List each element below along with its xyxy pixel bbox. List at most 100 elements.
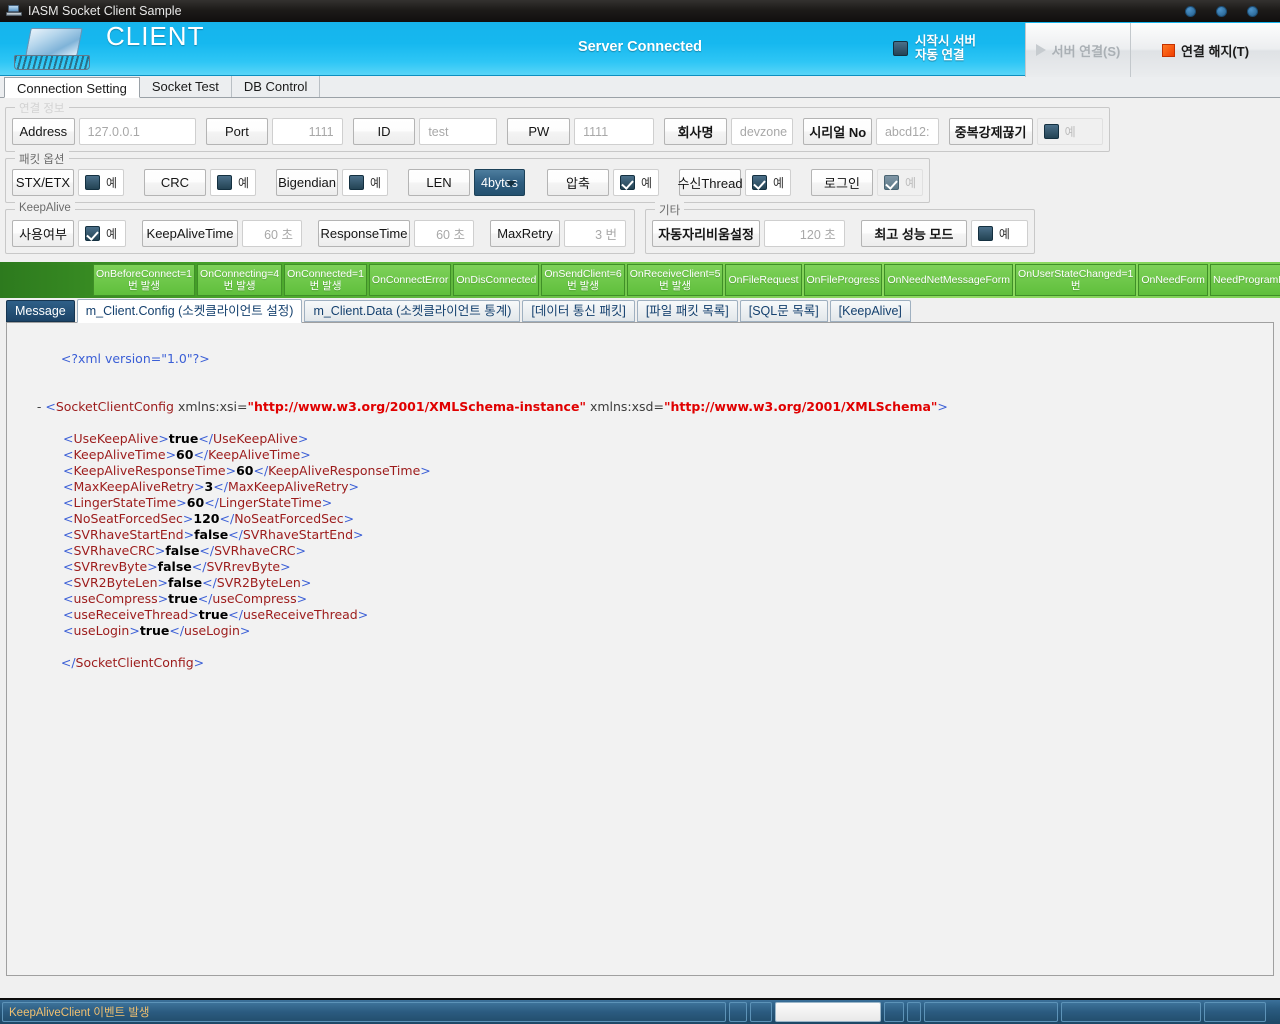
stxetx-label[interactable]: STX/ETX	[12, 169, 74, 196]
port-input[interactable]: 1111	[272, 118, 343, 145]
xml-tag-open: useCompress	[73, 591, 158, 606]
crc-label[interactable]: CRC	[144, 169, 206, 196]
subtab-keepalive[interactable]: [KeepAlive]	[829, 300, 911, 322]
subtab-client-config[interactable]: m_Client.Config (소켓클라이언트 설정)	[76, 299, 303, 323]
xml-tag-value: 60	[176, 447, 194, 462]
receive-thread-label[interactable]: 수신Thread	[677, 169, 743, 196]
len-select[interactable]: 4bytes	[474, 169, 525, 196]
xml-viewer[interactable]: <?xml version="1.0"?> - <SocketClientCon…	[6, 322, 1274, 976]
login-checkbox[interactable]: 예	[877, 169, 923, 196]
crc-box[interactable]	[217, 175, 232, 190]
best-performance-label[interactable]: 최고 성능 모드	[860, 220, 967, 247]
disconnect-button[interactable]: 연결 해지(T)	[1130, 23, 1280, 77]
event-on-need-form[interactable]: OnNeedForm	[1138, 264, 1208, 296]
event-on-file-request[interactable]: OnFileRequest	[725, 264, 802, 296]
login-label[interactable]: 로그인	[811, 169, 873, 196]
keepalive-use-label[interactable]: 사용여부	[12, 220, 74, 247]
company-label[interactable]: 회사명	[664, 118, 727, 145]
event-on-file-progress[interactable]: OnFileProgress	[803, 264, 883, 296]
event-on-connected[interactable]: OnConnected=1번 발생	[284, 264, 367, 296]
xml-root-open-line: - <SocketClientConfig xmlns:xsi="http://…	[36, 399, 948, 414]
best-performance-checkbox[interactable]: 예	[970, 220, 1028, 247]
bigendian-box[interactable]	[349, 175, 364, 190]
receive-thread-checkbox[interactable]: 예	[745, 169, 791, 196]
subtab-file-packets[interactable]: [파일 패킷 목록]	[636, 300, 738, 322]
serial-input[interactable]: abcd12:	[875, 118, 939, 145]
subtab-sql-list[interactable]: [SQL문 목록]	[739, 300, 828, 322]
event-on-disconnected[interactable]: OnDisConnected	[453, 264, 540, 296]
crc-checkbox[interactable]: 예	[210, 169, 256, 196]
pw-label[interactable]: PW	[507, 118, 571, 145]
address-input[interactable]: 127.0.0.1	[78, 118, 196, 145]
auto-empty-seat-label[interactable]: 자동자리비움설정	[652, 220, 761, 247]
serial-label[interactable]: 시리얼 No	[803, 118, 872, 145]
id-label[interactable]: ID	[352, 118, 416, 145]
maximize-icon[interactable]	[1216, 5, 1227, 17]
login-box[interactable]	[884, 175, 899, 190]
address-label[interactable]: Address	[12, 118, 75, 145]
keepalive-use-checkbox[interactable]: 예	[78, 220, 126, 247]
event-on-connecting[interactable]: OnConnecting=4번 발생	[197, 264, 283, 296]
keepalive-time-input[interactable]: 60 초	[242, 220, 302, 247]
xml-tag-close: SVRhaveCRC	[214, 543, 296, 558]
subtab-message[interactable]: Message	[6, 300, 75, 322]
close-icon[interactable]	[1247, 5, 1258, 17]
bigendian-checkbox[interactable]: 예	[342, 169, 388, 196]
compress-label[interactable]: 압축	[547, 169, 609, 196]
keepalive-etc-row: KeepAlive 사용여부 예 KeepAliveTime 60 초 Resp…	[0, 202, 1280, 254]
connection-info-group: 연결 정보 Address 127.0.0.1 Port 1111 ID tes…	[5, 100, 1110, 152]
keepalive-use-check-label: 예	[106, 227, 118, 241]
auto-empty-seat-input[interactable]: 120 초	[764, 220, 845, 247]
keepalive-legend: KeepAlive	[15, 202, 75, 214]
connection-info-row: Address 127.0.0.1 Port 1111 ID test PW 1…	[12, 118, 1103, 145]
minimize-icon[interactable]	[1185, 5, 1196, 17]
connect-button[interactable]: 서버 연결(S)	[1025, 23, 1130, 77]
play-icon	[1035, 44, 1046, 56]
keepalive-time-label[interactable]: KeepAliveTime	[142, 220, 238, 247]
bigendian-label[interactable]: Bigendian	[276, 169, 338, 196]
keepalive-use-box[interactable]	[85, 226, 100, 241]
response-time-label[interactable]: ResponseTime	[318, 220, 410, 247]
force-disconnect-checkbox[interactable]: 예	[1036, 118, 1103, 145]
subtab-client-data[interactable]: m_Client.Data (소켓클라이언트 통계)	[304, 300, 521, 322]
xml-element-line: <useReceiveThread>true</useReceiveThread…	[63, 607, 369, 622]
title-bar: IASM Socket Client Sample	[0, 0, 1280, 22]
stxetx-checkbox[interactable]: 예	[78, 169, 124, 196]
subtab-data-packets[interactable]: [데이터 통신 패킷]	[522, 300, 635, 322]
pw-input[interactable]: 1111	[574, 118, 655, 145]
xml-root-close-tag: SocketClientConfig	[75, 655, 194, 670]
receive-thread-box[interactable]	[752, 175, 767, 190]
event-on-receive-client[interactable]: OnReceiveClient=5번 발생	[626, 264, 724, 296]
response-time-input[interactable]: 60 초	[414, 220, 474, 247]
xml-tag-close: UseKeepAlive	[213, 431, 298, 446]
event-on-user-state-changed[interactable]: OnUserStateChanged=1번	[1015, 264, 1137, 296]
max-retry-input[interactable]: 3 번	[564, 220, 626, 247]
auto-connect-checkbox[interactable]: 시작시 서버 자동 연결	[893, 34, 976, 62]
event-on-send-client[interactable]: OnSendClient=6번 발생	[541, 264, 625, 296]
stxetx-box[interactable]	[85, 175, 100, 190]
tab-connection-setting[interactable]: Connection Setting	[4, 77, 140, 98]
auto-connect-box[interactable]	[893, 40, 909, 56]
event-need-program-exit[interactable]: NeedProgramExit	[1209, 264, 1280, 296]
force-disconnect-label[interactable]: 중복강제끊기	[948, 118, 1033, 145]
xml-element-line: <SVRhaveCRC>false</SVRhaveCRC>	[63, 543, 306, 558]
best-performance-box[interactable]	[977, 226, 993, 241]
company-input[interactable]: devzone	[730, 118, 794, 145]
force-disconnect-box[interactable]	[1043, 124, 1059, 139]
tab-db-control[interactable]: DB Control	[232, 76, 321, 97]
compress-checkbox[interactable]: 예	[613, 169, 659, 196]
event-on-connect-error[interactable]: OnConnectError	[368, 264, 452, 296]
xml-tag-close: KeepAliveTime	[208, 447, 301, 462]
event-on-need-net-message-form[interactable]: OnNeedNetMessageForm	[884, 264, 1014, 296]
tab-socket-test[interactable]: Socket Test	[140, 76, 232, 97]
xml-tag-value: 120	[193, 511, 220, 526]
event-on-before-connect[interactable]: OnBeforeConnect=1번 발생	[93, 264, 196, 296]
packet-options-group: 패킷 옵션 STX/ETX 예 CRC 예 Bigendian 예 LEN 4b…	[5, 151, 930, 203]
port-label[interactable]: Port	[205, 118, 269, 145]
status-panel-7	[1204, 1002, 1266, 1022]
compress-box[interactable]	[620, 175, 635, 190]
xml-element-list: <UseKeepAlive>true</UseKeepAlive> <KeepAl…	[7, 431, 1273, 639]
id-input[interactable]: test	[419, 118, 498, 145]
len-label[interactable]: LEN	[408, 169, 470, 196]
max-retry-label[interactable]: MaxRetry	[490, 220, 560, 247]
